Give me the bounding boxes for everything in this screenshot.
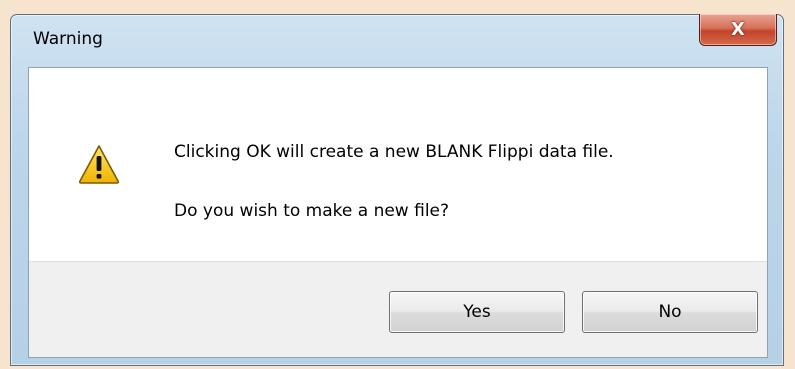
dialog-title: Warning	[33, 29, 103, 49]
desktop-background: Warning X Clicking OK will create a new …	[0, 0, 795, 369]
yes-button[interactable]: Yes	[389, 291, 565, 333]
message-line-2: Do you wish to make a new file?	[174, 201, 450, 221]
no-button[interactable]: No	[582, 291, 758, 333]
message-line-1: Clicking OK will create a new BLANK Flip…	[174, 142, 614, 162]
warning-icon	[78, 145, 120, 184]
dialog-client-area: Clicking OK will create a new BLANK Flip…	[28, 67, 768, 358]
message-area: Clicking OK will create a new BLANK Flip…	[29, 68, 767, 261]
close-button[interactable]: X	[699, 14, 777, 46]
title-bar[interactable]: Warning X	[11, 14, 783, 67]
close-icon: X	[731, 19, 745, 40]
warning-dialog: Warning X Clicking OK will create a new …	[10, 14, 784, 366]
button-area: Yes No	[29, 261, 767, 357]
